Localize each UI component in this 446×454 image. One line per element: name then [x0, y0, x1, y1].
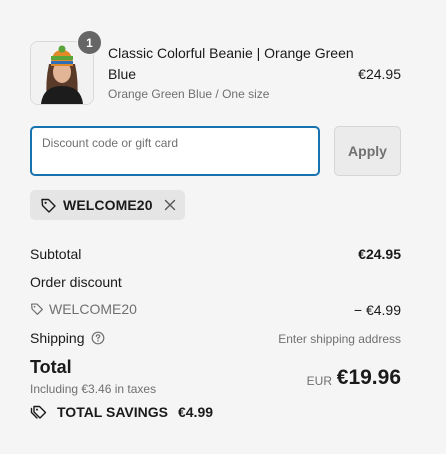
remove-discount-close-icon[interactable] — [163, 198, 177, 212]
total-savings-row: TOTAL SAVINGS €4.99 — [30, 404, 213, 420]
total-amount: €19.96 — [336, 366, 401, 389]
order-discount-label: Order discount — [30, 274, 122, 290]
apply-button[interactable]: Apply — [334, 126, 401, 176]
tag-icon — [40, 197, 57, 214]
applied-discount-code: WELCOME20 — [63, 197, 153, 213]
shipping-label: Shipping — [30, 330, 85, 346]
help-circle-icon[interactable] — [91, 331, 105, 345]
discount-code-input[interactable] — [32, 128, 318, 174]
discount-code-label: WELCOME20 — [49, 301, 137, 317]
applied-discount-chip: WELCOME20 — [30, 190, 185, 220]
product-title: Classic Colorful Beanie | Orange Green B… — [108, 45, 354, 82]
product-variant: Orange Green Blue / One size — [108, 87, 270, 101]
discount-field[interactable]: Discount code or gift card — [30, 126, 320, 176]
total-label: Total — [30, 357, 72, 377]
shipping-value: Enter shipping address — [278, 332, 401, 346]
shipping-row: Shipping — [30, 330, 105, 346]
tag-icon — [30, 302, 44, 316]
currency-code: EUR — [306, 374, 332, 388]
taxes-text: Including €3.46 in taxes — [30, 382, 157, 396]
total-savings-label: TOTAL SAVINGS — [57, 404, 168, 420]
discount-code-row: WELCOME20 — [30, 301, 137, 317]
product-price: €24.95 — [358, 66, 401, 82]
subtotal-label: Subtotal — [30, 246, 82, 262]
subtotal-value: €24.95 — [358, 246, 401, 262]
quantity-badge: 1 — [77, 30, 102, 55]
discount-value: − €4.99 — [353, 302, 401, 318]
savings-tags-icon — [30, 404, 48, 420]
total-savings-value: €4.99 — [177, 404, 214, 420]
